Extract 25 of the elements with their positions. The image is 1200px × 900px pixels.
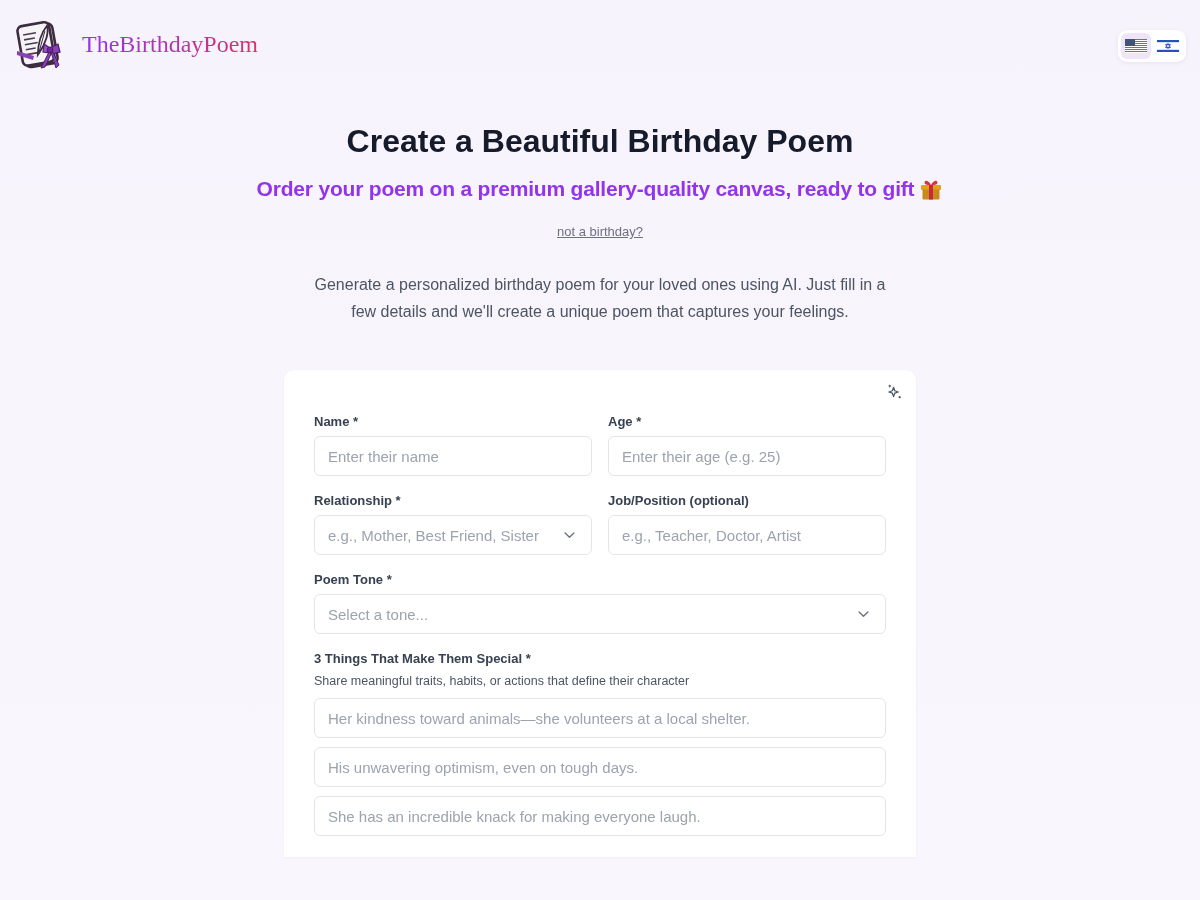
dropdown-field[interactable]: e.g., Mother, Best Friend, Sister <box>314 515 592 555</box>
input-field[interactable]: Enter their name <box>314 436 592 476</box>
description: Generate a personalized birthday poem for your loved ones using AI. Just fill in a few details and we'll create a unique poem that captures your feelings. <box>313 275 887 322</box>
field-label: Name * <box>314 413 360 431</box>
language-button[interactable] <box>1121 32 1151 59</box>
input-field[interactable]: His unwavering optimism, even on tough days. <box>314 747 886 787</box>
input-field[interactable]: Her kindness toward animals—she volunteers at a local shelter. <box>314 698 886 738</box>
input-field[interactable]: She has an incredible knack for making everyone laugh. <box>314 796 886 836</box>
text-link[interactable]: not a birthday? <box>557 223 643 241</box>
field-hint: Share meaningful traits, habits, or actions that define their character <box>314 673 691 690</box>
sparkle-icon[interactable] <box>887 384 902 399</box>
input-field[interactable]: e.g., Teacher, Doctor, Artist <box>608 515 886 555</box>
field-label: 3 Things That Make Them Special * <box>314 650 532 668</box>
page-title: Create a Beautiful Birthday Poem <box>346 122 854 161</box>
field-label: Relationship * <box>314 492 402 510</box>
input-field[interactable]: Enter their age (e.g. 25) <box>608 436 886 476</box>
dropdown-field[interactable]: Select a tone... <box>314 594 886 634</box>
field-label: Job/Position (optional) <box>608 492 750 510</box>
chevron-down-icon <box>564 531 575 539</box>
israel-flag-icon <box>1157 38 1179 53</box>
chevron-down-icon <box>858 610 869 618</box>
subtitle: Order your poem on a premium gallery-quality canvas, ready to gift <box>256 176 915 202</box>
field-label: Age * <box>608 413 643 431</box>
field-label: Poem Tone * <box>314 571 393 589</box>
us-flag-icon <box>1125 38 1147 53</box>
